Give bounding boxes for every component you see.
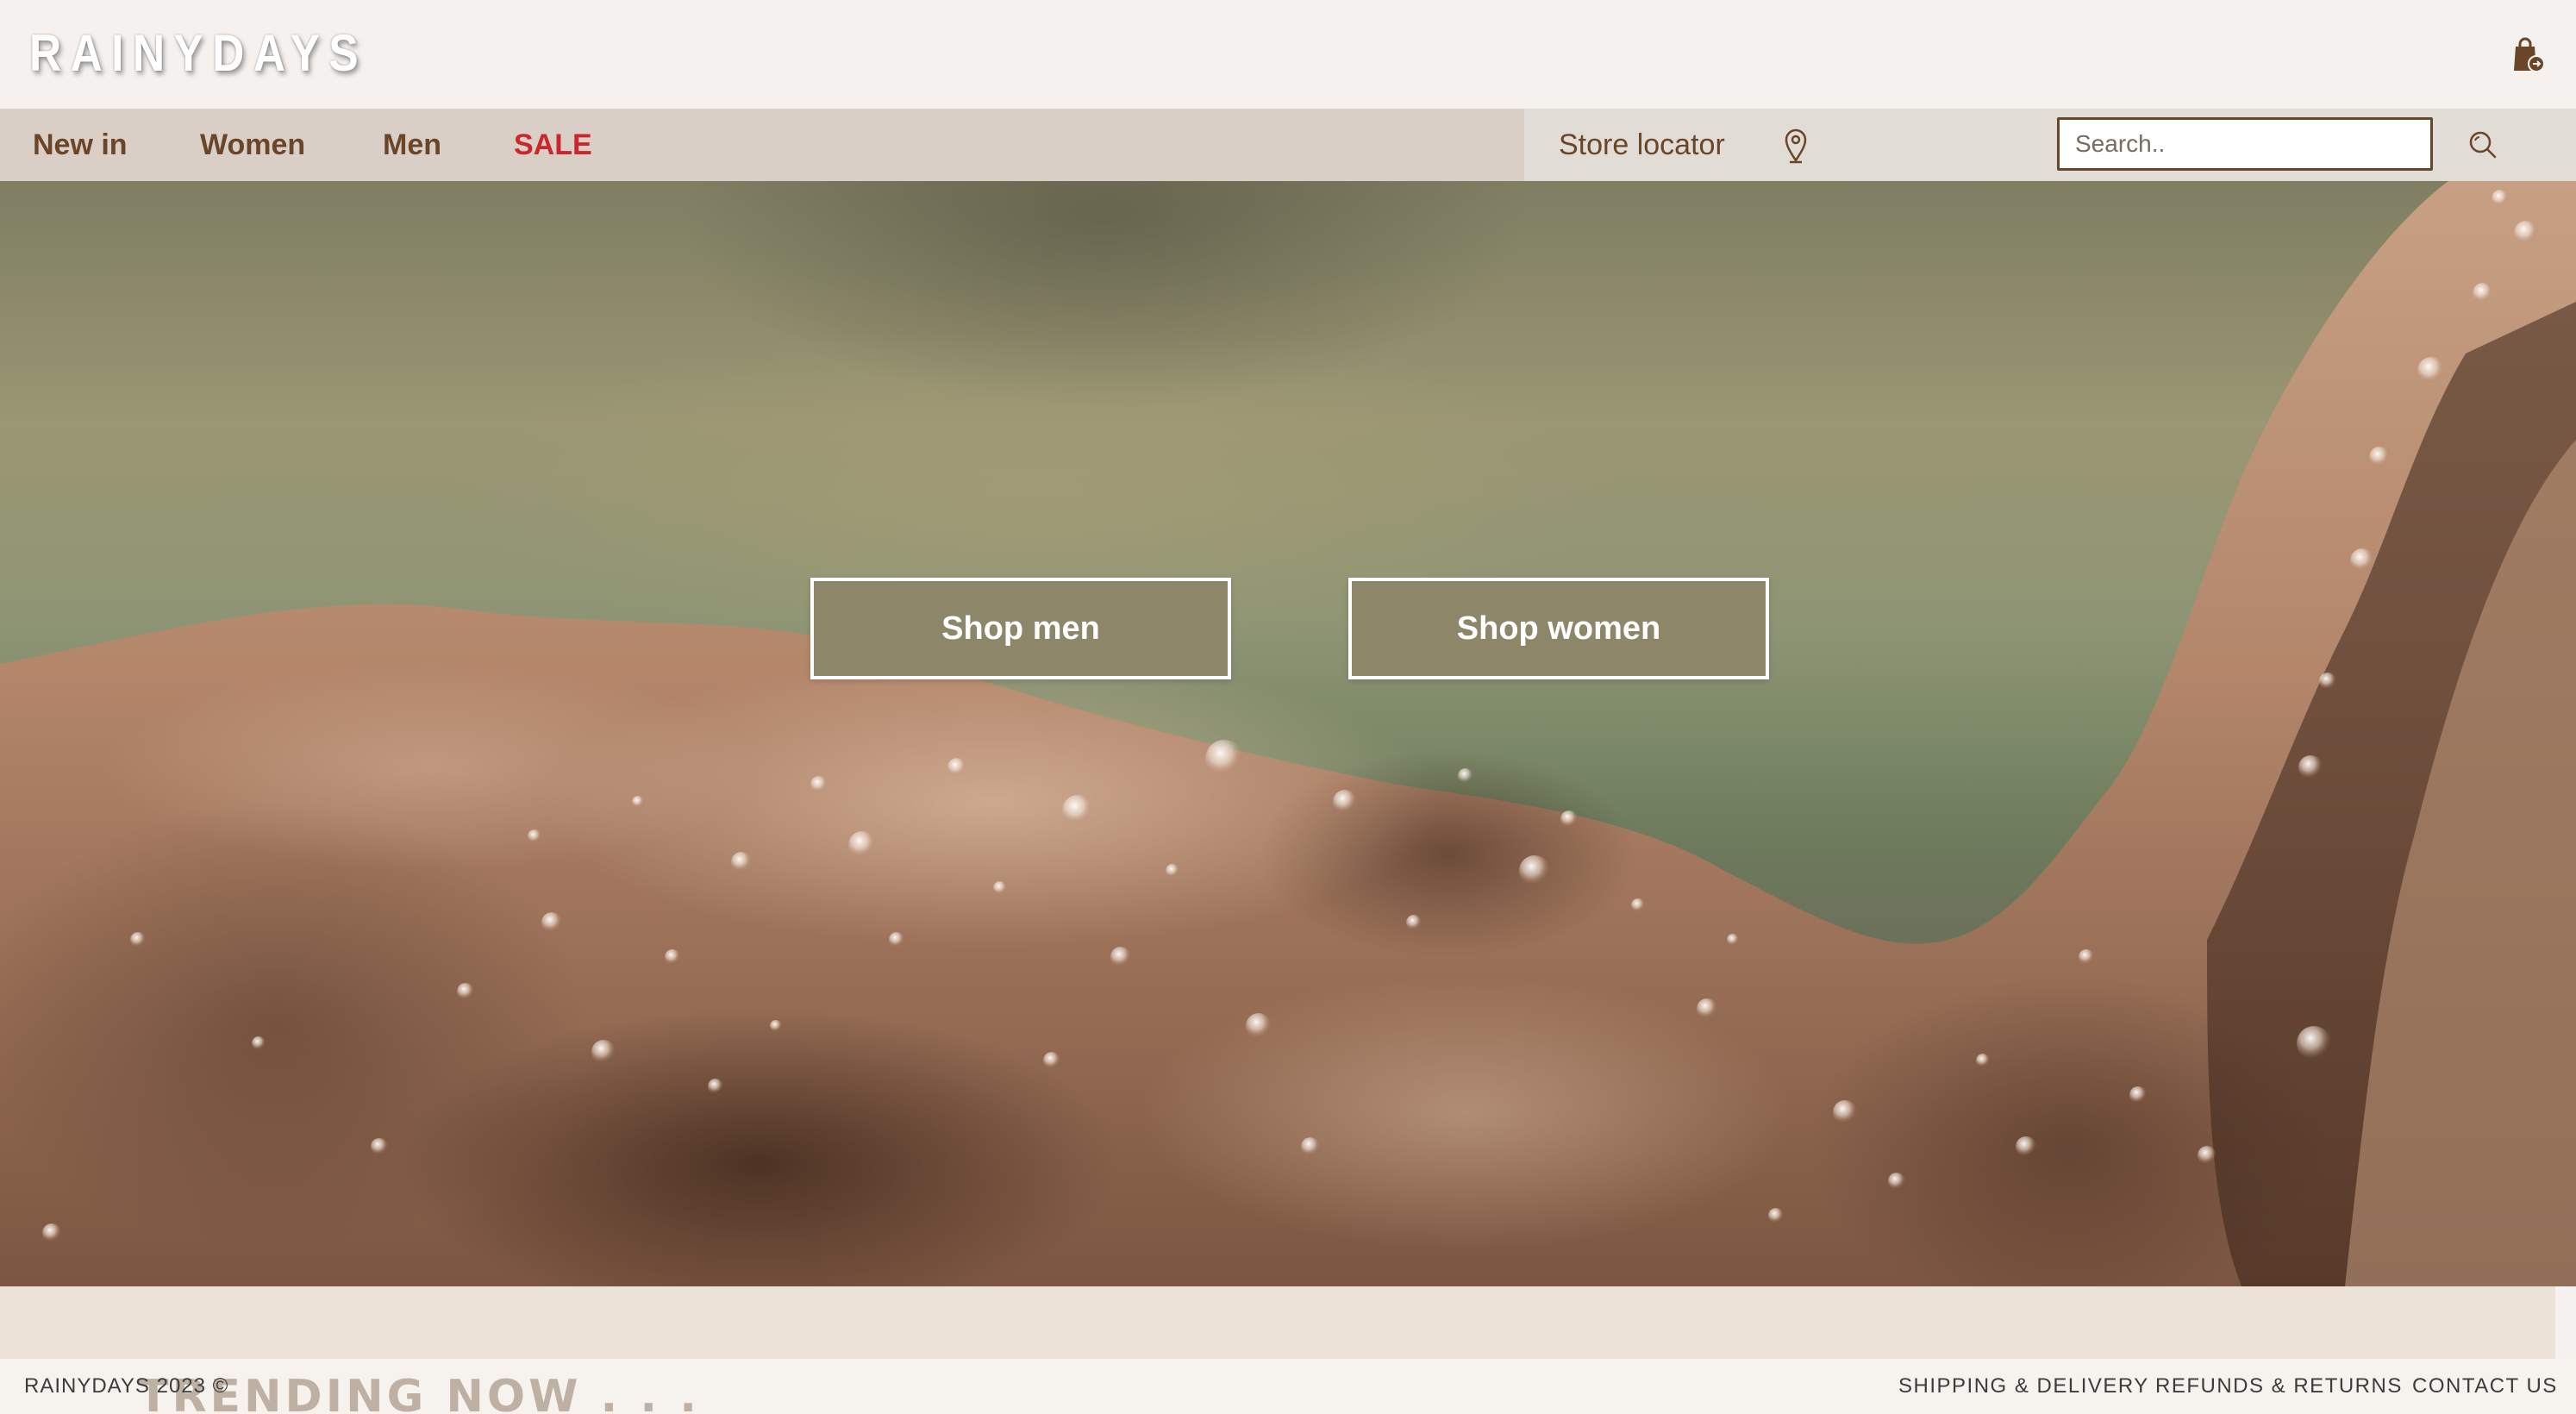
site-logo[interactable]: RAINYDAYS: [29, 21, 367, 86]
content-band: [0, 1286, 2555, 1359]
map-pin-icon[interactable]: [1781, 126, 1810, 164]
copyright-text: RAINYDAYS 2023 ©: [24, 1374, 229, 1398]
shopping-bag-icon[interactable]: [2507, 34, 2548, 76]
footer-link-contact[interactable]: CONTACT US: [2412, 1359, 2558, 1414]
footer-link-shipping[interactable]: SHIPPING & DELIVERY: [1898, 1359, 2149, 1414]
nav-item-new-in[interactable]: New in: [33, 109, 128, 181]
nav-item-women[interactable]: Women: [200, 109, 305, 181]
search-input[interactable]: [2057, 117, 2433, 171]
scrollbar-gap: [2555, 1286, 2576, 1359]
hero-banner: Shop men Shop women: [0, 181, 2576, 1286]
footer-link-refunds[interactable]: REFUNDS & RETURNS: [2155, 1359, 2403, 1414]
nav-item-men[interactable]: Men: [383, 109, 441, 181]
nav-item-sale[interactable]: SALE: [514, 109, 592, 181]
site-footer: TRENDING NOW . . . RAINYDAYS 2023 © SHIP…: [0, 1359, 2576, 1414]
shop-men-button[interactable]: Shop men: [810, 578, 1231, 679]
store-locator-link[interactable]: Store locator: [1559, 109, 1725, 181]
rain-jacket-fabric-image: [0, 181, 2576, 1286]
search-icon[interactable]: [2467, 129, 2498, 160]
shop-women-button[interactable]: Shop women: [1348, 578, 1769, 679]
site-header: RAINYDAYS: [0, 0, 2576, 109]
